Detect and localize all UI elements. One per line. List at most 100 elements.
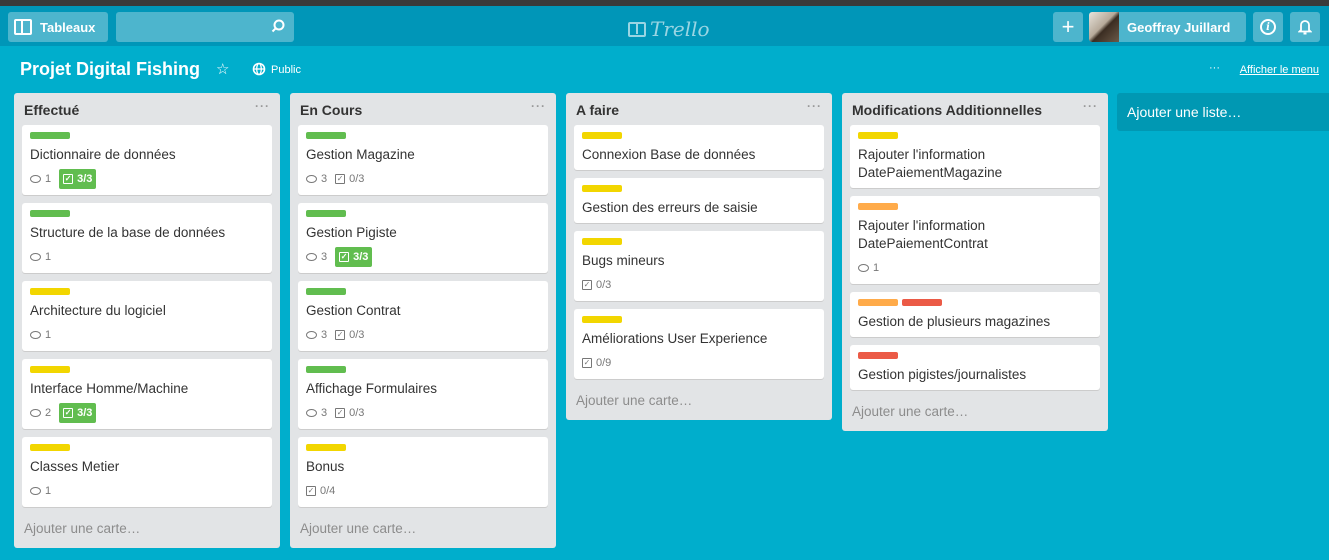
card-title: Gestion des erreurs de saisie (582, 200, 758, 215)
comment-icon (30, 331, 41, 339)
checklist-icon: ✓ (582, 358, 592, 368)
card[interactable]: Rajouter l'information DatePaiementMagaz… (850, 125, 1100, 188)
checklist-icon: ✓ (335, 330, 346, 340)
list-title[interactable]: En Cours (300, 102, 362, 118)
list-header[interactable]: En Cours ··· (290, 93, 556, 125)
card[interactable]: Gestion des erreurs de saisie (574, 178, 824, 223)
card-title: Interface Homme/Machine (30, 381, 189, 396)
card[interactable]: Classes Metier 1 (22, 437, 272, 507)
list-header[interactable]: A faire ··· (566, 93, 832, 125)
card-badges: 3 ✓ 3/3 (306, 247, 540, 267)
add-card-button[interactable]: Ajouter une carte… (290, 515, 556, 548)
red-label (902, 299, 942, 306)
orange-label (858, 299, 898, 306)
yellow-label (582, 316, 622, 323)
card-title: Bugs mineurs (582, 253, 665, 268)
list-header[interactable]: Modifications Additionnelles ··· (842, 93, 1108, 125)
comments-badge: 1 (30, 247, 51, 267)
list-title[interactable]: Effectué (24, 102, 79, 118)
boards-button[interactable]: Tableaux (8, 12, 108, 42)
comment-icon (30, 409, 41, 417)
checklist-icon: ✓ (582, 280, 592, 290)
add-card-button[interactable]: Ajouter une carte… (842, 398, 1108, 431)
search-icon[interactable] (271, 19, 285, 33)
comment-count: 1 (45, 251, 52, 263)
comments-badge: 1 (30, 481, 51, 501)
card-labels (306, 444, 540, 452)
show-menu-link[interactable]: Afficher le menu (1240, 64, 1319, 76)
star-icon[interactable]: ☆ (216, 60, 229, 78)
add-button[interactable]: + (1053, 12, 1083, 42)
card-title: Architecture du logiciel (30, 303, 166, 318)
visibility-label[interactable]: Public (271, 64, 301, 76)
card-labels (858, 203, 1092, 211)
card-title: Gestion de plusieurs magazines (858, 314, 1051, 329)
green-label (306, 288, 346, 295)
card[interactable]: Gestion Contrat 3 ✓ 0/3 (298, 281, 548, 351)
card-labels (858, 132, 1092, 140)
list-menu-icon[interactable]: ··· (807, 99, 822, 113)
board-title[interactable]: Projet Digital Fishing (20, 59, 200, 80)
comments-badge: 3 (306, 247, 327, 267)
card-title: Rajouter l'information DatePaiementContr… (858, 218, 988, 251)
checklist-count: 0/3 (349, 329, 365, 341)
checklist-count: 3/3 (77, 407, 93, 419)
comments-badge: 1 (858, 258, 879, 278)
green-label (306, 132, 346, 139)
card[interactable]: Connexion Base de données (574, 125, 824, 170)
search-input[interactable] (116, 12, 294, 42)
boards-label: Tableaux (40, 19, 96, 35)
add-card-button[interactable]: Ajouter une carte… (566, 387, 832, 420)
list-menu-icon[interactable]: ··· (1083, 99, 1098, 113)
card[interactable]: Architecture du logiciel 1 (22, 281, 272, 351)
checklist-count: 3/3 (353, 251, 369, 263)
card-title: Affichage Formulaires (306, 381, 438, 396)
comments-badge: 3 (306, 403, 327, 423)
card-badges: 3 ✓ 0/3 (306, 403, 540, 423)
notifications-button[interactable] (1290, 12, 1320, 42)
card[interactable]: Gestion pigistes/journalistes (850, 345, 1100, 390)
list-title[interactable]: A faire (576, 102, 619, 118)
list-title[interactable]: Modifications Additionnelles (852, 102, 1042, 118)
card[interactable]: Structure de la base de données 1 (22, 203, 272, 273)
card[interactable]: Gestion Pigiste 3 ✓ 3/3 (298, 203, 548, 273)
checklist-count: 0/3 (349, 407, 365, 419)
card[interactable]: Interface Homme/Machine 2 ✓ 3/3 (22, 359, 272, 429)
checklist-badge: ✓ 0/3 (335, 169, 364, 189)
checklist-icon: ✓ (335, 174, 346, 184)
info-button[interactable]: i (1253, 12, 1283, 42)
trello-logo[interactable]: Trello (628, 17, 710, 41)
card[interactable]: Gestion de plusieurs magazines (850, 292, 1100, 337)
comments-badge: 1 (30, 169, 51, 189)
user-menu-button[interactable]: Geoffray Juillard (1089, 12, 1246, 42)
add-list-button[interactable]: Ajouter une liste… (1117, 93, 1329, 131)
card-labels (306, 210, 540, 218)
card[interactable]: Rajouter l'information DatePaiementContr… (850, 196, 1100, 284)
checklist-icon: ✓ (63, 174, 74, 184)
list-header[interactable]: Effectué ··· (14, 93, 280, 125)
card[interactable]: Bonus ✓ 0/4 (298, 437, 548, 507)
card[interactable]: Affichage Formulaires 3 ✓ 0/3 (298, 359, 548, 429)
green-label (306, 210, 346, 217)
card-labels (30, 444, 264, 452)
card-badges: ✓ 0/4 (306, 481, 540, 501)
trello-logo-icon (628, 21, 646, 37)
comment-count: 3 (321, 329, 328, 341)
add-card-button[interactable]: Ajouter une carte… (14, 515, 280, 548)
globe-icon[interactable] (252, 62, 266, 76)
card-labels (306, 288, 540, 296)
comment-icon (30, 253, 41, 261)
comment-icon (306, 331, 317, 339)
card-labels (30, 132, 264, 140)
checklist-badge: ✓ 0/3 (582, 275, 611, 295)
card-title: Gestion Pigiste (306, 225, 397, 240)
checklist-icon: ✓ (63, 408, 74, 418)
list-menu-icon[interactable]: ··· (255, 99, 270, 113)
card[interactable]: Bugs mineurs ✓ 0/3 (574, 231, 824, 301)
list-menu-icon[interactable]: ··· (531, 99, 546, 113)
card[interactable]: Améliorations User Experience ✓ 0/9 (574, 309, 824, 379)
list: Modifications Additionnelles ··· Rajoute… (842, 93, 1108, 431)
card[interactable]: Dictionnaire de données 1 ✓ 3/3 (22, 125, 272, 195)
card[interactable]: Gestion Magazine 3 ✓ 0/3 (298, 125, 548, 195)
card-title: Dictionnaire de données (30, 147, 176, 162)
